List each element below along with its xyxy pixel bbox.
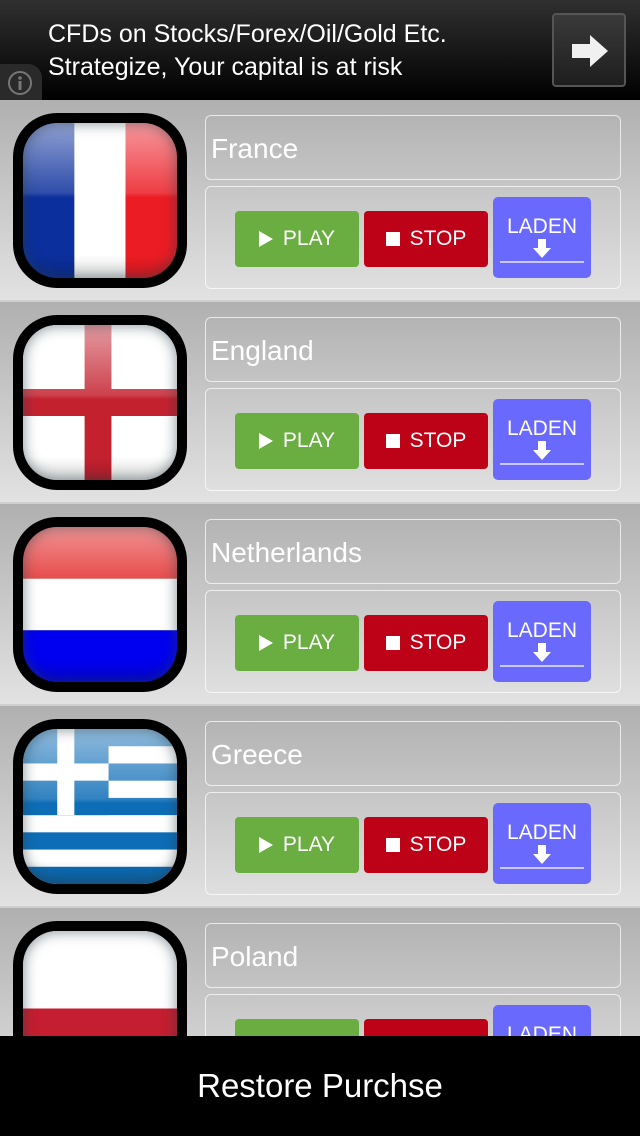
stop-button[interactable]: STOP — [364, 211, 488, 267]
country-name: Poland — [211, 941, 299, 972]
controls-box: PLAY STOP LADEN — [205, 186, 621, 289]
laden-underline — [500, 867, 584, 869]
play-label: PLAY — [282, 227, 336, 250]
controls-box: PLAY STOP LADEN — [205, 792, 621, 895]
stop-button[interactable]: STOP — [364, 413, 488, 469]
england-flag-icon — [23, 325, 177, 480]
country-name-box: Netherlands — [205, 519, 621, 584]
download-arrow-icon — [533, 845, 551, 864]
laden-label: LADEN — [506, 1023, 578, 1036]
flag-button[interactable] — [13, 113, 187, 288]
stop-button[interactable]: STOP — [364, 1019, 488, 1036]
laden-label: LADEN — [506, 821, 578, 844]
controls-box: PLAY STOP LADEN — [205, 994, 621, 1036]
laden-label: LADEN — [506, 417, 578, 440]
laden-underline — [500, 665, 584, 667]
country-name: France — [211, 133, 299, 164]
laden-underline — [500, 261, 584, 263]
country-name-box: France — [205, 115, 621, 180]
stop-label: STOP — [409, 833, 467, 856]
controls-box: PLAY STOP LADEN — [205, 590, 621, 693]
country-name: Netherlands — [211, 537, 362, 568]
ad-open-button[interactable] — [552, 13, 626, 87]
download-arrow-icon — [533, 239, 551, 258]
download-button[interactable]: LADEN — [493, 197, 591, 278]
country-name-box: England — [205, 317, 621, 382]
stop-label: STOP — [409, 631, 467, 654]
download-arrow-icon — [533, 441, 551, 460]
flag-button[interactable] — [13, 921, 187, 1036]
info-icon — [8, 71, 32, 95]
country-list[interactable]: France PLAY STOP LADEN England PLAY STOP… — [0, 100, 640, 1036]
laden-label: LADEN — [506, 619, 578, 642]
play-icon — [258, 635, 273, 651]
country-name: England — [211, 335, 314, 366]
country-row: Netherlands PLAY STOP LADEN — [0, 504, 640, 706]
restore-purchase-label: Restore Purchse — [197, 1067, 443, 1104]
ad-text[interactable]: CFDs on Stocks/Forex/Oil/Gold Etc. Strat… — [48, 18, 447, 84]
flag-button[interactable] — [13, 719, 187, 894]
country-row: Poland PLAY STOP LADEN — [0, 908, 640, 1036]
stop-button[interactable]: STOP — [364, 817, 488, 873]
laden-underline — [500, 463, 584, 465]
play-button[interactable]: PLAY — [235, 615, 359, 671]
download-button[interactable]: LADEN — [493, 1005, 591, 1036]
greece-flag-icon — [23, 729, 177, 884]
stop-icon — [385, 636, 400, 650]
country-row: Greece PLAY STOP LADEN — [0, 706, 640, 908]
play-icon — [258, 231, 273, 247]
download-button[interactable]: LADEN — [493, 601, 591, 682]
play-label: PLAY — [282, 631, 336, 654]
country-row: France PLAY STOP LADEN — [0, 100, 640, 302]
country-name-box: Poland — [205, 923, 621, 988]
download-arrow-icon — [533, 643, 551, 662]
poland-flag-icon — [23, 931, 177, 1036]
flag-button[interactable] — [13, 517, 187, 692]
laden-label: LADEN — [506, 215, 578, 238]
country-name-box: Greece — [205, 721, 621, 786]
ad-line-2: Strategize, Your capital is at risk — [48, 53, 403, 81]
download-button[interactable]: LADEN — [493, 399, 591, 480]
play-button[interactable]: PLAY — [235, 1019, 359, 1036]
play-button[interactable]: PLAY — [235, 413, 359, 469]
restore-purchase-button[interactable]: Restore Purchse — [0, 1036, 640, 1136]
play-button[interactable]: PLAY — [235, 817, 359, 873]
stop-button[interactable]: STOP — [364, 615, 488, 671]
play-label: PLAY — [282, 833, 336, 856]
stop-icon — [385, 434, 400, 448]
play-icon — [258, 433, 273, 449]
play-button[interactable]: PLAY — [235, 211, 359, 267]
arrow-right-icon — [572, 35, 608, 67]
france-flag-icon — [23, 123, 177, 278]
download-button[interactable]: LADEN — [493, 803, 591, 884]
ad-info-button[interactable] — [0, 64, 42, 100]
stop-label: STOP — [409, 429, 467, 452]
controls-box: PLAY STOP LADEN — [205, 388, 621, 491]
flag-button[interactable] — [13, 315, 187, 490]
stop-icon — [385, 232, 400, 246]
ad-line-1: CFDs on Stocks/Forex/Oil/Gold Etc. — [48, 20, 447, 48]
country-row: England PLAY STOP LADEN — [0, 302, 640, 504]
play-icon — [258, 837, 273, 853]
ad-banner[interactable]: CFDs on Stocks/Forex/Oil/Gold Etc. Strat… — [0, 0, 640, 100]
stop-label: STOP — [409, 227, 467, 250]
netherlands-flag-icon — [23, 527, 177, 682]
play-label: PLAY — [282, 429, 336, 452]
country-name: Greece — [211, 739, 303, 770]
stop-icon — [385, 838, 400, 852]
